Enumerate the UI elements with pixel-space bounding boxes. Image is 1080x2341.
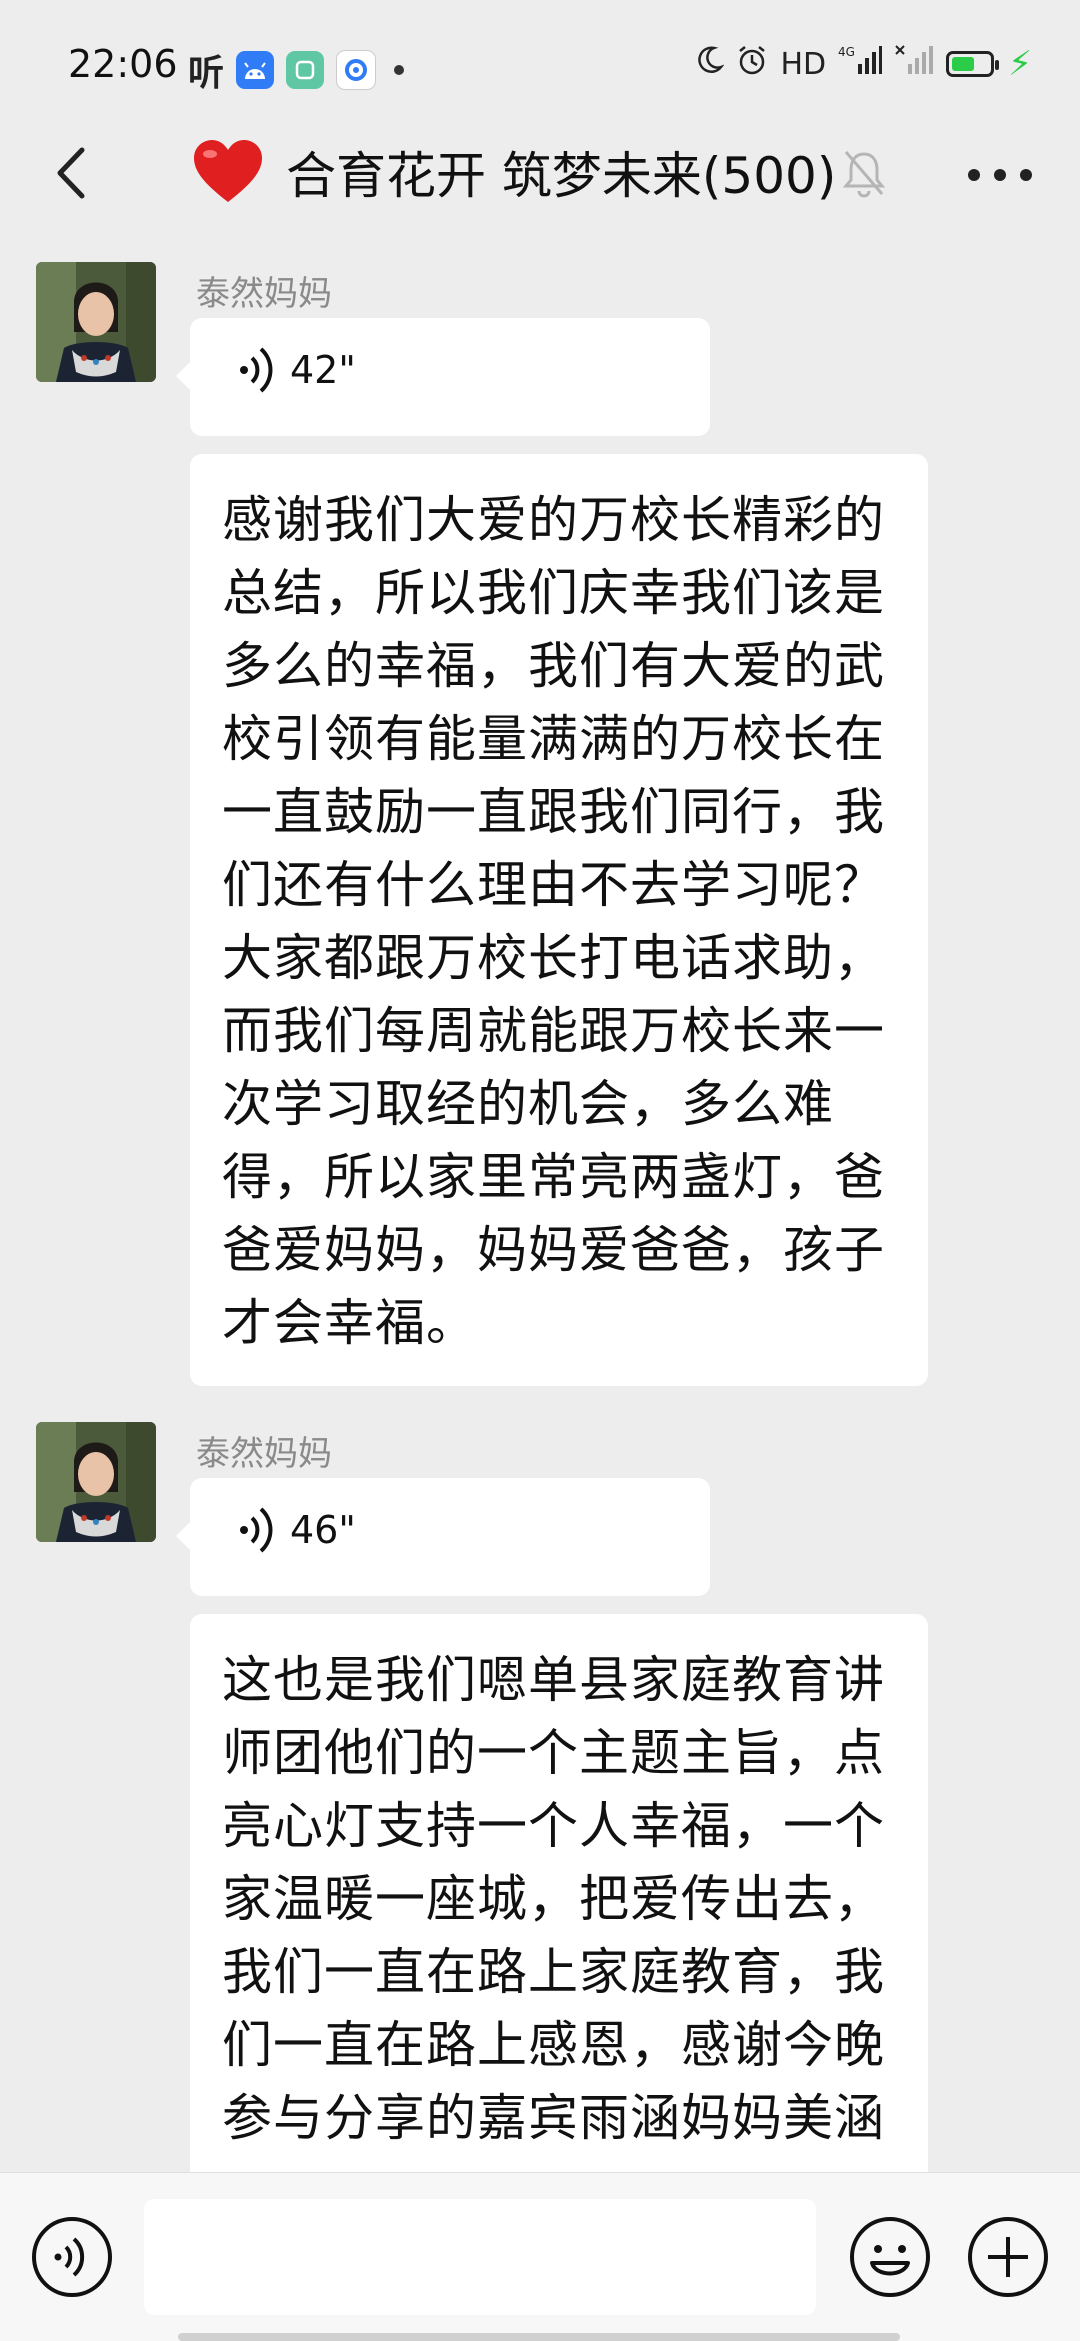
plus-icon[interactable] [966, 2215, 1050, 2299]
chat-header: 合育花开 筑梦未来(500) [0, 110, 1080, 240]
emoji-icon[interactable] [848, 2215, 932, 2299]
sender-name: 泰然妈妈 [196, 1434, 332, 1474]
status-notification-icons: 听 [188, 44, 405, 96]
signal-4g-icon: 4G [838, 44, 883, 84]
input-bar [0, 2172, 1080, 2341]
dot-icon [394, 65, 405, 75]
charging-bolt-icon: ⚡ [1008, 44, 1032, 84]
status-system-icons: HD 4G ⚡ [696, 44, 1032, 84]
voice-message-content: 42" [238, 344, 356, 396]
sender-avatar[interactable] [36, 262, 156, 382]
voice-toggle-icon[interactable] [30, 2215, 114, 2299]
ting-icon: 听 [188, 53, 225, 94]
moon-icon [696, 45, 726, 83]
more-icon[interactable] [960, 150, 1040, 200]
sender-avatar[interactable] [36, 1422, 156, 1542]
heart-icon [194, 140, 262, 202]
green-app-icon [286, 51, 325, 89]
voice-duration: 42" [290, 348, 356, 392]
hd-icon: HD [780, 46, 827, 82]
text-message-bubble[interactable]: 感谢我们大爱的万校长精彩的总结，所以我们庆幸我们该是多么的幸福，我们有大爱的武校… [190, 454, 928, 1386]
battery-icon [946, 51, 1000, 77]
message-input[interactable] [144, 2199, 816, 2315]
chat-title[interactable]: 合育花开 筑梦未来(500) [286, 136, 836, 208]
message-text: 感谢我们大爱的万校长精彩的总结，所以我们庆幸我们该是多么的幸福，我们有大爱的武校… [222, 491, 885, 1352]
sender-name: 泰然妈妈 [196, 274, 332, 314]
svg-text:4G: 4G [838, 45, 855, 59]
blue-circle-app-icon [336, 50, 377, 90]
mute-bell-icon [842, 151, 886, 198]
back-icon[interactable] [40, 138, 110, 208]
voice-message-bubble[interactable]: 42" [176, 318, 710, 436]
battery-level [952, 57, 975, 71]
voice-message-content: 46" [238, 1504, 356, 1556]
status-time: 22:06 [68, 42, 178, 86]
signal-no-service-icon [894, 44, 934, 84]
voice-wave-icon [240, 347, 273, 393]
voice-duration: 46" [290, 1508, 356, 1552]
alarm-icon [736, 44, 768, 84]
message-text: 这也是我们嗯单县家庭教育讲师团他们的一个主题主旨，点亮心灯支持一个人幸福，一个家… [222, 1651, 885, 2147]
text-message-bubble[interactable]: 这也是我们嗯单县家庭教育讲师团他们的一个主题主旨，点亮心灯支持一个人幸福，一个家… [190, 1614, 928, 2234]
android-app-icon [236, 51, 275, 89]
voice-message-bubble[interactable]: 46" [176, 1478, 710, 1596]
voice-wave-icon [240, 1507, 273, 1553]
